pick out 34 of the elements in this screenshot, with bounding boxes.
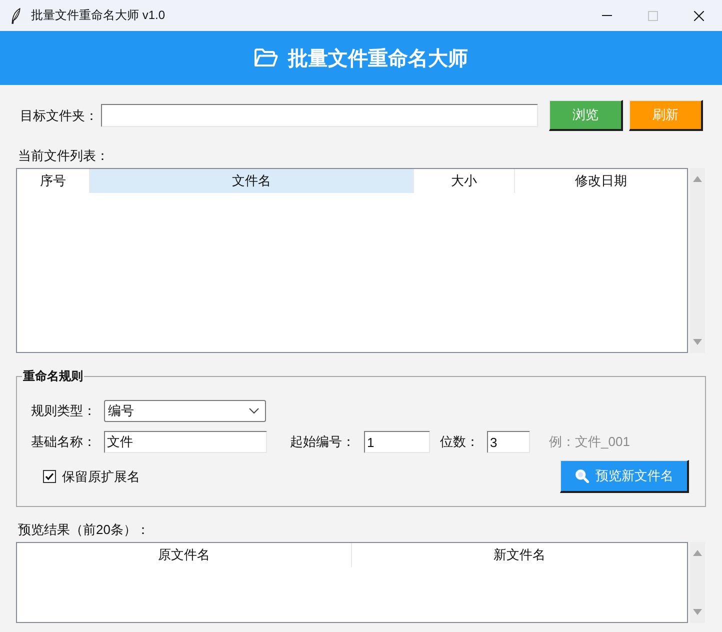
folder-label: 目标文件夹：	[19, 106, 99, 124]
rule-type-label: 规则类型：	[31, 402, 97, 420]
column-header[interactable]: 新文件名	[352, 543, 687, 567]
scroll-up-icon[interactable]	[693, 550, 702, 556]
base-name-label: 基础名称：	[31, 433, 97, 451]
digits-field[interactable]: 3	[487, 431, 530, 453]
feather-icon	[11, 8, 21, 24]
scrollbar[interactable]	[690, 168, 705, 353]
checkbox[interactable]	[43, 470, 56, 483]
digits-label: 位数：	[440, 433, 480, 451]
close-icon[interactable]	[694, 10, 704, 20]
chevron-down-icon	[249, 408, 259, 414]
column-header[interactable]: 大小	[414, 169, 515, 193]
checkbox-label: 保留原扩展名	[62, 468, 140, 486]
base-name-field[interactable]: 文件	[104, 431, 267, 453]
column-header[interactable]: 文件名	[90, 169, 414, 193]
start-number-field[interactable]: 1	[364, 431, 430, 453]
folder-icon	[254, 48, 278, 68]
scrollbar[interactable]	[690, 542, 705, 623]
scroll-down-icon[interactable]	[693, 339, 702, 345]
group-title: 重命名规则	[22, 369, 84, 383]
app-title: 批量文件重命名大师	[288, 46, 468, 72]
start-number-label: 起始编号：	[290, 433, 356, 451]
scroll-up-icon[interactable]	[693, 176, 702, 182]
folder-path-field[interactable]	[101, 104, 538, 127]
column-header[interactable]: 修改日期	[515, 169, 687, 193]
window-title: 批量文件重命名大师 v1.0	[31, 7, 166, 24]
scroll-down-icon[interactable]	[693, 609, 702, 615]
search-icon	[574, 469, 588, 483]
rule-type-dropdown[interactable]: 编号	[104, 400, 266, 422]
column-header[interactable]: 原文件名	[17, 543, 352, 567]
example-text: 例：文件_001	[549, 433, 630, 451]
file-list-label: 当前文件列表：	[17, 148, 110, 164]
preview-label: 预览结果（前20条）：	[17, 522, 150, 538]
